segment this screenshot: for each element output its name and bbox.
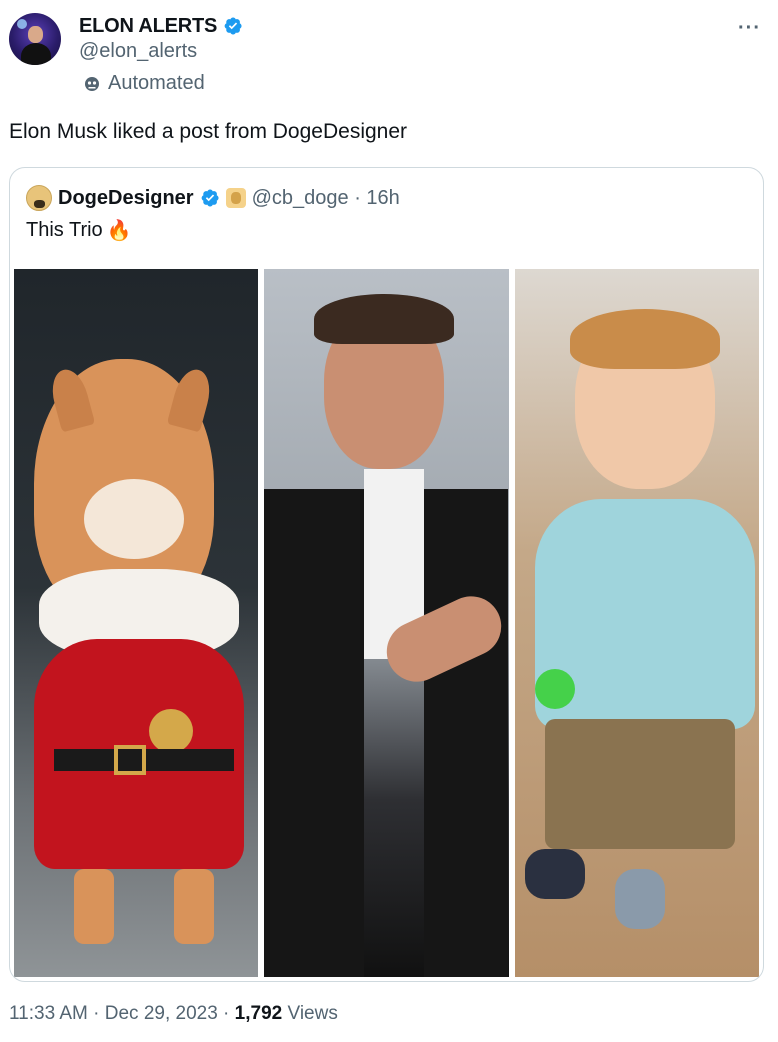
child-shorts (544, 719, 735, 849)
tweet-timestamp[interactable]: 11:33 AM · Dec 29, 2023 · (9, 1003, 235, 1024)
robot-icon (85, 76, 99, 91)
quoted-text: This Trio (26, 219, 103, 241)
jacket-left (264, 489, 365, 977)
avatar-glow (17, 19, 27, 29)
dog-ear-right (166, 365, 216, 433)
child-sock (614, 869, 665, 929)
child-shoe (524, 849, 585, 899)
quoted-text-row: This Trio 🔥 (26, 218, 132, 243)
hair-shape (314, 294, 455, 344)
views-label: Views (282, 1003, 338, 1024)
quoted-handle-time[interactable]: @cb_doge · 16h (252, 187, 400, 210)
dog-leg-left (74, 869, 114, 944)
author-display-name[interactable]: ELON ALERTS (79, 15, 217, 38)
gold-medal (149, 709, 193, 753)
author-handle[interactable]: @elon_alerts (79, 40, 197, 63)
photo-grid (14, 269, 759, 977)
photo-dog-santa[interactable] (14, 269, 259, 977)
dog-leg-right (174, 869, 214, 944)
fire-emoji-icon: 🔥 (106, 220, 132, 242)
affiliate-badge-icon (225, 188, 246, 208)
tweet-meta: 11:33 AM · Dec 29, 2023 · 1,792 Views (9, 1003, 338, 1025)
photo-child[interactable] (514, 269, 759, 977)
quoted-header: DogeDesigner @cb_doge · 16h (26, 184, 400, 212)
avatar-body (21, 43, 51, 65)
verified-badge-icon (224, 17, 242, 35)
automated-text: Automated (108, 72, 205, 94)
dog-muzzle (84, 479, 184, 559)
quoted-display-name[interactable]: DogeDesigner (58, 187, 194, 210)
belt-buckle (114, 745, 146, 775)
author-name-row: ELON ALERTS (79, 12, 243, 40)
jacket-right (424, 489, 509, 977)
quoted-tweet[interactable]: DogeDesigner @cb_doge · 16h This Trio 🔥 (9, 167, 764, 982)
more-horizontal-icon[interactable]: ··· (738, 17, 761, 40)
views-count: 1,792 (234, 1003, 283, 1024)
avatar-head (28, 26, 43, 43)
verified-badge-icon (201, 189, 219, 207)
tweet-text: Elon Musk liked a post from DogeDesigner (9, 120, 408, 143)
quoted-avatar[interactable] (26, 185, 52, 211)
avatar[interactable] (9, 13, 61, 65)
automated-label[interactable]: Automated (82, 72, 205, 95)
photo-elon-musk[interactable] (264, 269, 509, 977)
child-hair (569, 309, 720, 369)
green-toy (534, 669, 575, 709)
